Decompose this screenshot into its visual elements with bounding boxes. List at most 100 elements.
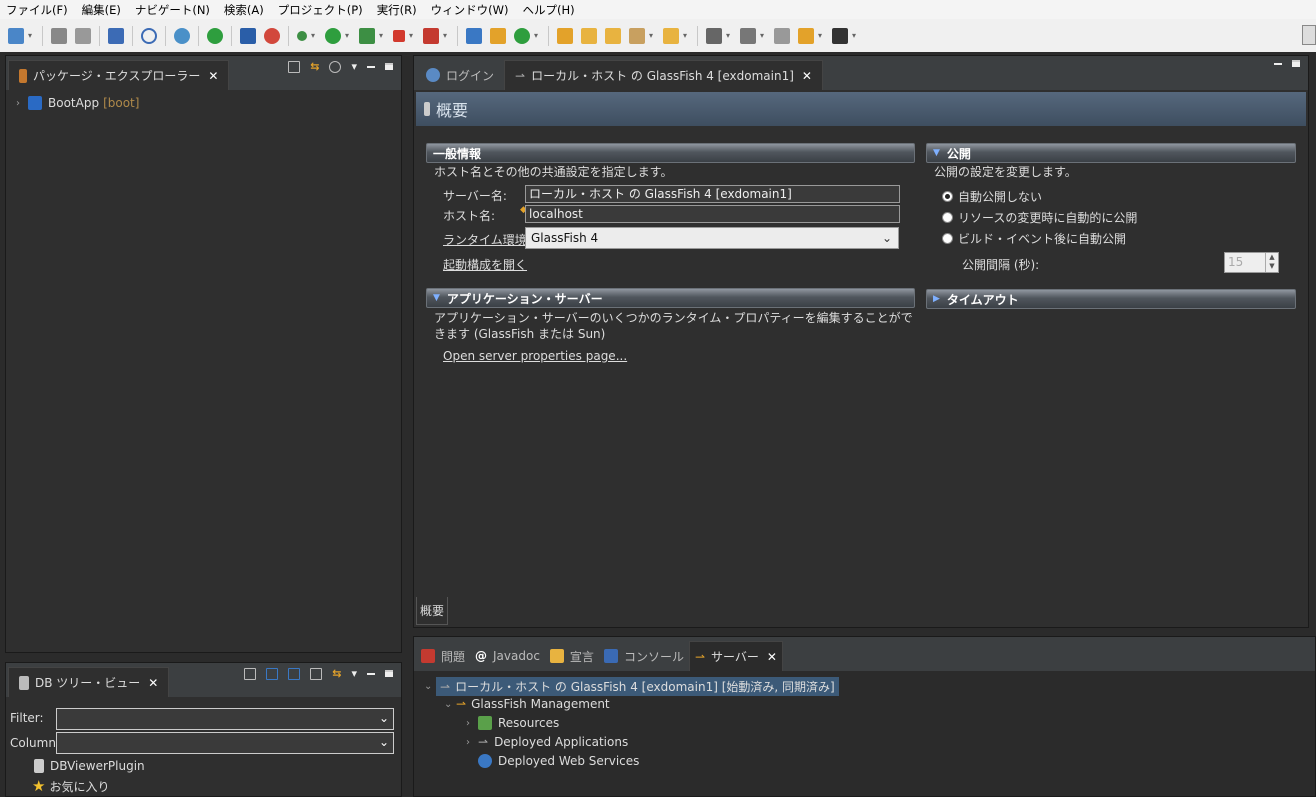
menu-edit[interactable]: 編集(E) [82,2,121,18]
minimize-icon[interactable] [367,672,375,675]
publish-option-on-change[interactable]: リソースの変更時に自動的に公開 [942,209,1137,226]
import-icon[interactable] [266,667,279,680]
dropdown-icon[interactable]: ▾ [379,31,385,39]
collapse-all-icon[interactable] [310,667,323,680]
debug-icon[interactable] [297,30,307,41]
tab-javadoc[interactable]: @ Javadoc [470,641,545,671]
link-editor-icon[interactable]: ⇆ [310,60,319,73]
runtime-select[interactable]: GlassFish 4 ⌄ [525,227,899,249]
project-item[interactable]: › BootApp [boot] [16,96,139,110]
menu-window[interactable]: ウィンドウ(W) [431,2,509,18]
palette-icon[interactable] [264,27,280,44]
dropdown-icon[interactable]: ▾ [443,31,449,39]
server-node-selection[interactable]: ⇀ ローカル・ホスト の GlassFish 4 [exdomain1] [始動… [436,677,839,696]
filter-combo[interactable]: ⌄ [56,708,394,730]
save-all-icon[interactable] [75,27,91,44]
deployed-applications-node[interactable]: › ⇀ Deployed Applications [466,735,628,749]
annotation-icon[interactable] [706,27,722,44]
new-package-icon[interactable] [466,27,482,44]
tab-login[interactable]: ログイン [416,60,504,90]
tab-db-tree[interactable]: DB ツリー・ビュー ✕ [8,667,170,697]
publish-section[interactable]: ▼ 公開 [926,143,1296,163]
dropdown-icon[interactable]: ▾ [409,31,415,39]
server-node[interactable]: ⌄ ⇀ ローカル・ホスト の GlassFish 4 [exdomain1] [… [424,677,839,696]
dropdown-icon[interactable]: ▾ [28,31,34,39]
dropdown-icon[interactable]: ▾ [818,31,824,39]
terminal-icon[interactable] [108,27,124,44]
tab-console[interactable]: コンソール [599,641,689,671]
open-launch-config-link[interactable]: 起動構成を開く [443,256,527,273]
new-icon[interactable] [8,27,24,44]
brush-icon[interactable] [629,27,645,44]
chevron-down-icon[interactable]: ⌄ [882,228,892,248]
open-folder-icon[interactable] [581,27,597,44]
pin-icon[interactable] [740,27,756,44]
close-icon[interactable]: ✕ [767,650,777,664]
power-icon[interactable] [207,27,223,44]
run-icon[interactable] [325,27,341,44]
dropdown-icon[interactable]: ▾ [852,31,858,39]
folder-icon[interactable] [605,27,621,44]
expand-icon[interactable]: › [466,737,478,748]
host-name-field[interactable]: localhost [525,205,900,223]
tab-servers[interactable]: ⇀ サーバー ✕ [688,641,783,671]
tab-package-explorer[interactable]: パッケージ・エクスプローラー ✕ [8,60,230,90]
tab-overview[interactable]: 概要 [416,597,448,625]
server-name-field[interactable]: ローカル・ホスト の GlassFish 4 [exdomain1] [525,185,900,203]
app-server-section[interactable]: ▼ アプリケーション・サーバー [426,288,915,308]
document-icon[interactable] [240,27,256,44]
maximize-icon[interactable] [385,63,393,70]
last-edit-icon[interactable] [774,27,790,44]
close-icon[interactable]: ✕ [148,676,158,690]
stop-icon[interactable] [393,29,405,42]
deployed-web-services-node[interactable]: Deployed Web Services [478,754,639,768]
coverage-icon[interactable] [423,27,439,44]
publish-option-build[interactable]: ビルド・イベント後に自動公開 [942,230,1126,247]
skip-breakpoints-icon[interactable] [141,27,157,44]
link-editor-icon[interactable]: ⇆ [332,667,341,680]
chevron-down-icon[interactable]: ⌄ [379,711,389,725]
menu-project[interactable]: プロジェクト(P) [278,2,363,18]
dropdown-icon[interactable]: ▾ [683,31,689,39]
new-connection-icon[interactable] [244,667,257,680]
timeout-section[interactable]: ▶ タイムアウト [926,289,1296,309]
dropdown-icon[interactable]: ▾ [534,31,540,39]
new-class-icon[interactable] [490,27,506,44]
radio-icon[interactable] [942,212,953,223]
open-server-properties-link[interactable]: Open server properties page... [443,349,627,363]
menu-run[interactable]: 実行(R) [377,2,417,18]
general-info-section[interactable]: 一般情報 [426,143,915,163]
dropdown-icon[interactable]: ▾ [760,31,766,39]
close-icon[interactable]: ✕ [208,69,218,83]
chevron-down-icon[interactable]: ⌄ [424,681,436,692]
close-icon[interactable]: ✕ [802,69,812,83]
export-icon[interactable] [288,667,301,680]
expand-icon[interactable]: › [466,718,478,729]
expand-icon[interactable]: › [16,98,28,109]
publish-interval-spinner[interactable]: 15 ▲ ▼ [1224,252,1279,273]
radio-icon[interactable] [942,191,953,202]
forward-arrow-icon[interactable] [832,27,848,44]
dropdown-icon[interactable]: ▾ [351,667,357,680]
spinner-arrows-icon[interactable]: ▲ ▼ [1265,253,1278,272]
minimize-icon[interactable] [1274,62,1282,65]
glassfish-management-node[interactable]: ⌄ ⇀ GlassFish Management [444,697,610,711]
run-external-icon[interactable] [359,27,375,44]
dropdown-icon[interactable]: ▾ [345,31,351,39]
db-item[interactable]: ★ お気に入り [32,777,109,795]
resources-node[interactable]: › Resources [466,716,559,730]
radio-icon[interactable] [942,233,953,244]
menu-file[interactable]: ファイル(F) [6,2,68,18]
open-type-icon[interactable] [557,27,573,44]
runtime-env-link[interactable]: ランタイム環境: [443,231,531,248]
dropdown-icon[interactable]: ▾ [649,31,655,39]
menu-help[interactable]: ヘルプ(H) [523,2,575,18]
settings-icon[interactable] [174,27,190,44]
chevron-down-icon[interactable]: ⌄ [379,735,389,749]
refresh-icon[interactable] [514,27,530,44]
view-menu-icon[interactable] [329,60,342,73]
back-arrow-icon[interactable] [798,27,814,44]
maximize-icon[interactable] [385,670,393,677]
menu-search[interactable]: 検索(A) [224,2,264,18]
tab-problems[interactable]: 問題 [416,641,470,671]
